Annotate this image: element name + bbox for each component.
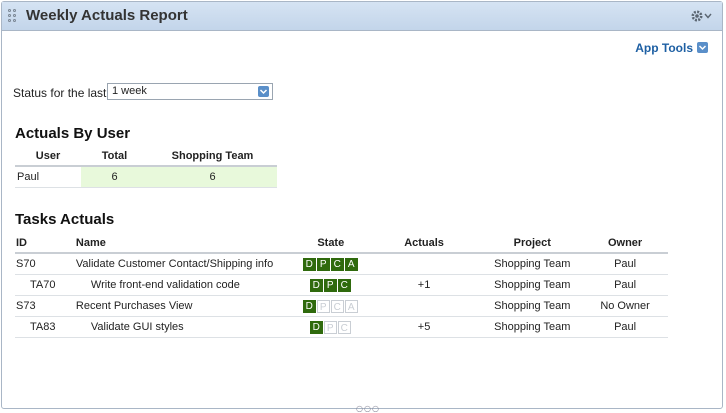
chevron-down-icon xyxy=(258,86,269,97)
period-select-value: 1 week xyxy=(112,85,147,97)
task-id-cell[interactable]: S70 xyxy=(15,253,76,275)
state-badge-p[interactable]: P xyxy=(316,257,330,271)
actuals-by-user-table: User Total Shopping Team Paul 6 6 xyxy=(15,147,277,188)
table-row: S70 Validate Customer Contact/Shipping in… xyxy=(15,253,668,275)
state-badge-c[interactable]: C xyxy=(337,320,351,334)
column-header-state[interactable]: State xyxy=(295,234,366,254)
state-badge-d[interactable]: D xyxy=(302,299,316,313)
state-badge-c[interactable]: C xyxy=(330,257,344,271)
tasks-actuals-table: ID Name State Actuals Project Owner S70 V… xyxy=(15,234,668,338)
status-filter-label: Status for the last xyxy=(13,86,107,100)
task-actuals-cell xyxy=(365,253,483,275)
column-header-user[interactable]: User xyxy=(15,147,81,167)
task-owner-cell: Paul xyxy=(582,253,668,275)
column-header-actuals[interactable]: Actuals xyxy=(365,234,483,254)
period-select[interactable]: 1 week xyxy=(107,83,273,100)
column-header-shopping-team[interactable]: Shopping Team xyxy=(148,147,277,167)
table-row: S73 Recent Purchases View D P C A Shopping Tea… xyxy=(15,295,668,317)
task-actuals-cell: +5 xyxy=(365,316,483,338)
task-project-cell: Shopping Team xyxy=(482,253,583,275)
table-row: TA83 Validate GUI styles D P C +5 Shopping Tea… xyxy=(15,316,668,338)
user-cell: Paul xyxy=(15,166,81,188)
shopping-team-cell: 6 xyxy=(148,166,277,188)
task-project-cell: Shopping Team xyxy=(482,316,583,338)
task-name-cell[interactable]: Recent Purchases View xyxy=(75,295,296,317)
column-header-name[interactable]: Name xyxy=(75,234,296,254)
task-project-cell: Shopping Team xyxy=(482,295,583,317)
gear-icon[interactable] xyxy=(690,8,712,24)
state-badge-c[interactable]: C xyxy=(330,299,344,313)
state-badge-p[interactable]: P xyxy=(323,320,337,334)
chevron-down-icon xyxy=(697,42,708,53)
task-actuals-cell: +1 xyxy=(365,274,483,296)
task-state-cell: DPCA xyxy=(295,295,366,317)
table-row: Paul 6 6 xyxy=(15,166,277,188)
task-actuals-cell xyxy=(365,295,483,317)
task-name-cell[interactable]: Validate Customer Contact/Shipping info xyxy=(75,253,296,275)
task-id-cell[interactable]: TA83 xyxy=(15,316,76,338)
state-badge-a[interactable]: A xyxy=(344,299,358,313)
app-panel: Weekly Actuals Report App Tools Status f… xyxy=(1,1,723,413)
column-header-project[interactable]: Project xyxy=(482,234,583,254)
state-badge-d[interactable]: D xyxy=(309,278,323,292)
state-badge-d[interactable]: D xyxy=(309,320,323,334)
task-owner-cell: No Owner xyxy=(582,295,668,317)
task-state-cell: DPC xyxy=(295,274,366,296)
task-state-cell: DPCA xyxy=(295,253,366,275)
total-cell: 6 xyxy=(81,166,148,188)
task-id-cell[interactable]: S73 xyxy=(15,295,76,317)
task-state-cell: DPC xyxy=(295,316,366,338)
task-name-cell[interactable]: Write front-end validation code xyxy=(75,274,296,296)
task-owner-cell: Paul xyxy=(582,274,668,296)
window-title: Weekly Actuals Report xyxy=(26,7,188,24)
tasks-actuals-heading: Tasks Actuals xyxy=(15,211,115,228)
state-badge-c[interactable]: C xyxy=(337,278,351,292)
task-name-cell[interactable]: Validate GUI styles xyxy=(75,316,296,338)
title-bar: Weekly Actuals Report xyxy=(2,2,722,31)
actuals-by-user-heading: Actuals By User xyxy=(15,125,131,142)
task-project-cell: Shopping Team xyxy=(482,274,583,296)
state-badge-a[interactable]: A xyxy=(344,257,358,271)
state-badge-d[interactable]: D xyxy=(302,257,316,271)
table-row: TA70 Write front-end validation code D P C +1… xyxy=(15,274,668,296)
app-tools-label: App Tools xyxy=(635,41,693,55)
app-tools-menu[interactable]: App Tools xyxy=(635,41,708,55)
drag-grip-icon[interactable] xyxy=(8,9,18,23)
column-header-total[interactable]: Total xyxy=(81,147,148,167)
state-badge-p[interactable]: P xyxy=(323,278,337,292)
column-header-owner[interactable]: Owner xyxy=(582,234,668,254)
task-owner-cell: Paul xyxy=(582,316,668,338)
column-header-id[interactable]: ID xyxy=(15,234,76,254)
task-id-cell[interactable]: TA70 xyxy=(15,274,76,296)
state-badge-p[interactable]: P xyxy=(316,299,330,313)
